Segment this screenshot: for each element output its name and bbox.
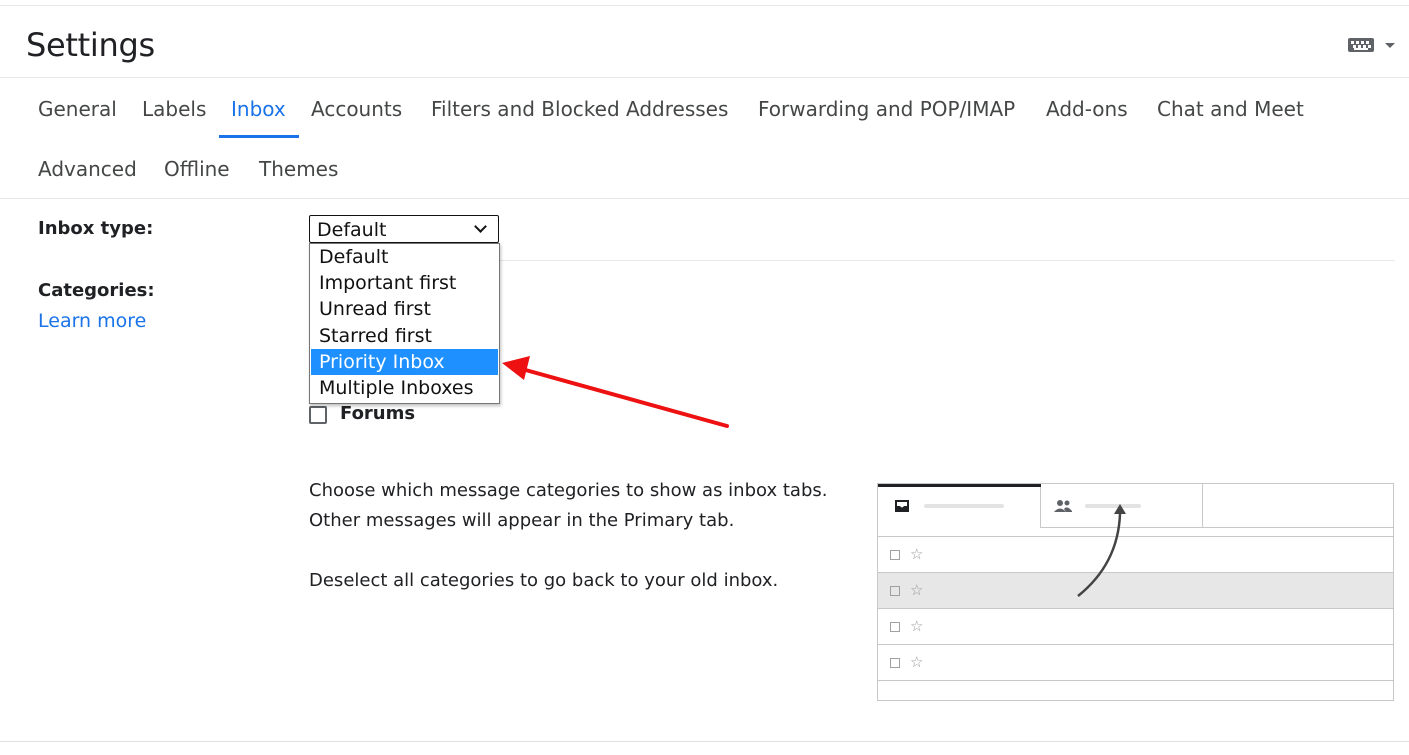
option-priority-inbox[interactable]: Priority Inbox [311,349,498,375]
curved-arrow-icon [1077,504,1126,597]
page-title: Settings [26,26,155,64]
chevron-down-icon [474,220,487,233]
tab-add-ons[interactable]: Add-ons [1046,97,1128,121]
inbox-type-dropdown: Default Important first Unread first Sta… [309,243,500,404]
inbox-type-value: Default [317,219,387,241]
learn-more-link[interactable]: Learn more [38,310,146,332]
settings-tabs: General Labels Inbox Accounts Filters an… [0,79,1409,199]
input-tools-button[interactable] [1348,36,1400,56]
option-multiple-inboxes[interactable]: Multiple Inboxes [311,375,498,401]
categories-description: Choose which message categories to show … [309,480,828,531]
inbox-tabs-illustration: ☆ ☆ ☆ ☆ [877,483,1394,701]
categories-deselect-note: Deselect all categories to go back to yo… [309,570,779,591]
tab-chat-and-meet[interactable]: Chat and Meet [1157,97,1304,121]
option-important-first[interactable]: Important first [311,270,498,296]
tab-general[interactable]: General [38,97,117,121]
tab-advanced[interactable]: Advanced [38,157,137,181]
tab-accounts[interactable]: Accounts [311,97,402,121]
inbox-type-select[interactable]: Default [309,215,499,243]
bottom-divider [0,741,1409,742]
tab-labels[interactable]: Labels [142,97,206,121]
tab-themes[interactable]: Themes [259,157,338,181]
category-checkbox-forums[interactable] [309,406,327,424]
category-label-forums: Forums [340,403,416,424]
keyboard-icon [1348,38,1374,52]
option-unread-first[interactable]: Unread first [311,296,498,322]
option-starred-first[interactable]: Starred first [311,323,498,349]
option-default[interactable]: Default [311,244,498,270]
categories-label: Categories: [38,280,155,301]
settings-header: Settings [0,6,1409,78]
tab-inbox[interactable]: Inbox [231,97,286,121]
inbox-type-label: Inbox type: [38,218,154,239]
tab-filters[interactable]: Filters and Blocked Addresses [431,97,728,121]
tab-offline[interactable]: Offline [164,157,230,181]
tab-forwarding[interactable]: Forwarding and POP/IMAP [758,97,1015,121]
active-tab-indicator [219,135,299,138]
caret-down-icon [1385,43,1395,48]
